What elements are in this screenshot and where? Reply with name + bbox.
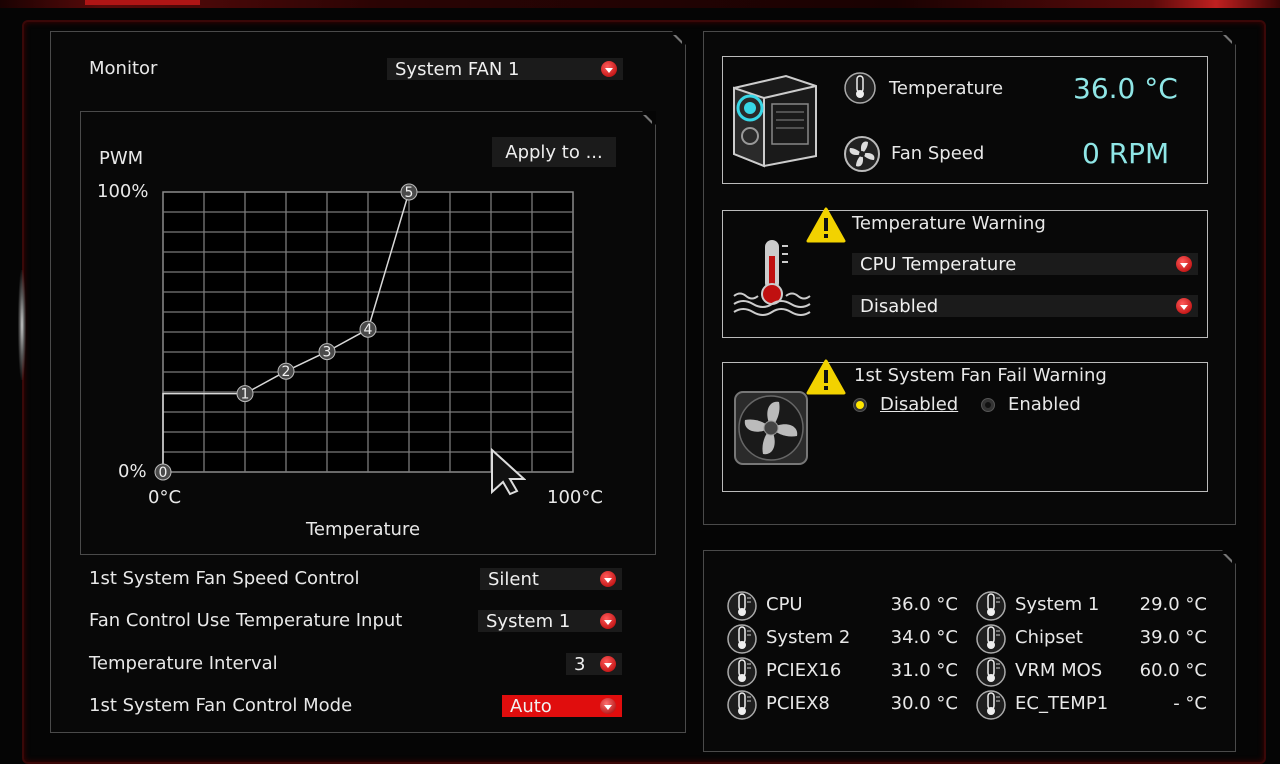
sensor-value: 34.0 °C [890, 627, 958, 648]
sensor-name: PCIEX16 [766, 660, 842, 681]
temp-input-label: Fan Control Use Temperature Input [89, 610, 403, 631]
curve-point-label: 4 [364, 322, 373, 338]
fan-fail-enabled-option[interactable]: Enabled [981, 394, 1081, 415]
sensor-name: Chipset [1015, 627, 1083, 648]
apply-to-button-label: Apply to ... [505, 141, 603, 163]
sensor-value: 31.0 °C [890, 660, 958, 681]
x-min-tick-label: 0°C [148, 487, 182, 508]
chevron-down-icon [601, 61, 617, 77]
temp-interval-label: Temperature Interval [89, 653, 278, 674]
radio-unselected-icon [981, 397, 995, 412]
fan-fail-disabled-label: Disabled [880, 394, 959, 415]
monitor-select[interactable]: System FAN 1 [387, 58, 623, 80]
fan-speed-control-label: 1st System Fan Speed Control [89, 568, 360, 589]
sensor-value: 30.0 °C [890, 693, 958, 714]
temperature-source-value: CPU Temperature [860, 253, 1017, 275]
temperature-value: 36.0 °C [1073, 72, 1178, 105]
thermometer-icon [727, 688, 757, 726]
frame-glow [18, 270, 26, 380]
chevron-down-icon [600, 613, 616, 629]
monitor-label: Monitor [89, 58, 158, 79]
temp-interval-value: 3 [574, 653, 586, 675]
sensor-panel [703, 550, 1236, 752]
monitor-select-value: System FAN 1 [395, 58, 520, 80]
temperature-source-select[interactable]: CPU Temperature [852, 253, 1198, 275]
thermometer-icon [976, 688, 1006, 726]
temperature-label: Temperature [889, 78, 1004, 99]
curve-point-label: 1 [241, 387, 250, 403]
sensor-name: PCIEX8 [766, 693, 830, 714]
chevron-down-icon [600, 571, 616, 587]
apply-to-button[interactable]: Apply to ... [492, 137, 616, 167]
curve-point-label: 5 [405, 185, 414, 201]
radio-selected-icon [853, 397, 867, 412]
temp-interval-select[interactable]: 3 [566, 653, 622, 675]
fan-speed-label: Fan Speed [891, 143, 985, 164]
chart-x-axis-label: Temperature [306, 519, 421, 540]
sensor-name: CPU [766, 594, 803, 615]
fan-fail-disabled-option[interactable]: Disabled [853, 394, 958, 415]
curve-point-label: 3 [323, 345, 332, 361]
x-max-tick-label: 100°C [547, 487, 603, 508]
fan-speed-control-select[interactable]: Silent [480, 568, 622, 590]
top-active-tab-indicator [85, 0, 200, 5]
case-fan-icon [734, 391, 808, 465]
chevron-down-icon [1176, 298, 1192, 314]
y-min-tick-label: 0% [118, 461, 147, 482]
mouse-cursor-icon [491, 448, 526, 496]
curve-point-label: 0 [159, 465, 168, 481]
warning-icon [806, 207, 846, 243]
sensor-name: VRM MOS [1015, 660, 1103, 681]
sensor-value: 29.0 °C [1139, 594, 1207, 615]
sensor-name: System 1 [1015, 594, 1100, 615]
fan-control-mode-label: 1st System Fan Control Mode [89, 695, 353, 716]
warning-icon [806, 359, 846, 395]
fan-fail-warning-title: 1st System Fan Fail Warning [854, 365, 1107, 386]
sensor-name: EC_TEMP1 [1015, 693, 1109, 714]
pc-case-icon [733, 74, 817, 168]
temp-input-value: System 1 [486, 610, 571, 632]
y-max-tick-label: 100% [97, 181, 149, 202]
sensor-value: 39.0 °C [1139, 627, 1207, 648]
chevron-down-icon [600, 698, 616, 714]
thermometer-icon [844, 72, 876, 104]
temp-input-select[interactable]: System 1 [478, 610, 622, 632]
chevron-down-icon [600, 656, 616, 672]
sensor-value: 60.0 °C [1139, 660, 1207, 681]
sensor-value: 36.0 °C [890, 594, 958, 615]
chart-y-axis-label: PWM [99, 148, 144, 169]
fan-fail-enabled-label: Enabled [1008, 394, 1081, 415]
fan-icon [844, 136, 880, 172]
fan-control-mode-value: Auto [510, 695, 552, 717]
sensor-value: - °C [1173, 693, 1207, 714]
thermometer-heat-icon [733, 240, 811, 316]
temperature-warning-title: Temperature Warning [852, 213, 1046, 234]
temperature-warning-value: Disabled [860, 295, 939, 317]
fan-speed-control-value: Silent [488, 568, 539, 590]
fan-speed-value: 0 RPM [1082, 137, 1170, 170]
fan-curve-chart[interactable]: 0 1 2 3 4 5 [150, 178, 590, 488]
sensor-name: System 2 [766, 627, 851, 648]
temperature-warning-select[interactable]: Disabled [852, 295, 1198, 317]
fan-control-mode-select[interactable]: Auto [502, 695, 622, 717]
curve-point-label: 2 [282, 364, 291, 380]
chevron-down-icon [1176, 256, 1192, 272]
